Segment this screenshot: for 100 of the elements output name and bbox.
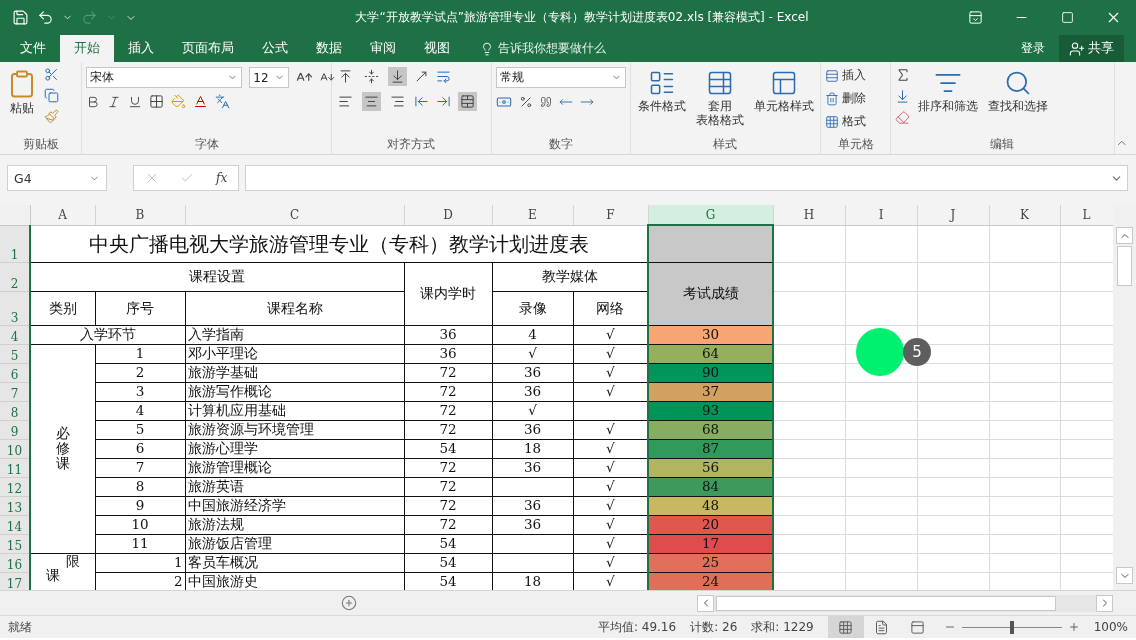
paste-button[interactable]: 粘贴 [4,67,40,118]
sheet-title: 中央广播电视大学旅游管理专业（专科）教学计划进度表 [30,225,648,262]
insert-function-button[interactable]: fx [216,171,228,185]
column-header[interactable]: J [917,205,989,225]
column-header[interactable]: A [30,205,95,225]
format-painter-icon[interactable] [44,109,59,124]
ribbon-tab[interactable]: 插入 [114,35,168,62]
name-box[interactable]: G4 [7,165,107,191]
increase-indent-icon[interactable] [436,94,452,109]
ribbon-tab[interactable]: 文件 [6,35,60,62]
view-button[interactable] [827,616,864,638]
zoom-text[interactable]: 100% [1093,620,1128,634]
add-sheet-icon[interactable] [341,595,357,611]
fill-color-icon[interactable] [171,94,187,109]
header-cell: 录像 [492,291,573,325]
style-button[interactable]: 套用 表格格式 [692,67,747,130]
column-header[interactable]: C [185,205,404,225]
cells-button[interactable]: 插入 [824,67,866,84]
window-title: 大学“开放教学试点”旅游管理专业（专科）教学计划进度表02.xls [兼容模式] - Excel [354,9,810,26]
save-icon[interactable] [12,9,29,26]
count-text: 计数: 26 [690,618,738,636]
font-color-icon[interactable] [193,94,209,109]
border-icon[interactable] [149,94,165,109]
editing-button[interactable]: 查找和选择 [985,67,1052,116]
header-cell: 课内学时 [404,262,492,325]
header-cell: 类别 [30,291,95,325]
maximize-icon[interactable] [1060,11,1074,24]
cells-button[interactable]: 格式 [824,113,866,130]
row-header[interactable]: 2 [0,262,30,291]
group-label: 剪贴板 [22,137,59,152]
scrollbar-thumb[interactable] [716,595,1056,611]
page-icon[interactable] [874,619,890,635]
column-header[interactable]: E [492,205,573,225]
column-header[interactable]: D [404,205,492,225]
percent-icon[interactable] [518,95,533,109]
ribbon-tab[interactable]: 数据 [302,35,356,62]
status-text: 就绪 [8,618,32,636]
click-marker [856,328,904,376]
trash-icon[interactable] [824,91,839,106]
scissors-icon[interactable] [44,67,59,82]
row-header[interactable]: 1 [0,225,30,262]
sum-text: 求和: 1229 [751,618,814,636]
italic-icon[interactable] [107,94,122,109]
currency-icon[interactable] [495,94,512,110]
group-label: 对齐方式 [387,137,436,152]
category-cell: 课 限 [30,553,95,590]
step-badge: 5 [903,338,931,366]
header-cell: 教学媒体 [492,262,648,291]
number-format-field[interactable]: 常规 [495,67,626,88]
scrollbar-thumb[interactable] [1117,246,1132,286]
group-label: 单元格 [837,137,874,152]
header-cell: 课程名称 [185,291,404,325]
row-header[interactable]: 3 [0,291,30,325]
panel-icon[interactable] [910,619,926,635]
formula-input[interactable] [245,165,1128,191]
ribbon-tab[interactable]: 视图 [410,35,464,62]
tell-me-button[interactable]: 告诉我你想要做什么 [474,35,612,62]
editing-button[interactable]: 排序和筛选 [915,67,982,116]
ribbon-tab[interactable]: 公式 [248,35,302,62]
category-cell: 必修课 [30,344,95,553]
header-cell: 序号 [95,291,185,325]
column-header[interactable]: B [95,205,185,225]
eraser-icon[interactable] [895,110,911,125]
cells-button[interactable]: 删除 [824,90,866,107]
rows-icon[interactable] [824,68,839,83]
header-cell: 课程设置 [30,262,404,291]
underline-icon[interactable] [128,94,143,109]
group-label: 编辑 [990,137,1015,152]
column-header[interactable]: L [1060,205,1113,225]
font-name-field[interactable]: 宋体 [86,67,243,88]
lightbulb-icon [480,41,494,56]
style-button[interactable]: 条件格式 [634,67,689,116]
orientation-icon[interactable] [414,69,430,84]
group-label: 样式 [713,137,738,152]
header-cell: 考试成绩 [648,262,773,325]
phonetic-icon[interactable] [215,94,231,109]
column-header[interactable]: I [845,205,917,225]
font-size-field[interactable]: 12 [249,67,290,88]
column-header[interactable]: K [989,205,1060,225]
column-header[interactable]: G [648,205,773,225]
bold-icon[interactable] [86,94,101,109]
column-header[interactable]: F [573,205,648,225]
grid-icon[interactable] [838,619,854,635]
decrease-indent-icon[interactable] [414,94,430,109]
zoom-in-icon[interactable] [1067,621,1080,633]
copy-icon[interactable] [44,88,59,103]
column-header[interactable]: H [773,205,845,225]
ribbon-tab[interactable]: 页面布局 [168,35,248,62]
group-label: 字体 [194,137,219,152]
ribbon-display-icon[interactable] [967,10,983,25]
style-button[interactable]: 单元格样式 [750,67,817,116]
wrap-text-icon[interactable] [436,69,452,84]
zoom-thumb[interactable] [1009,620,1014,634]
ribbon-tab[interactable]: 开始 [60,35,114,62]
share-button[interactable]: 共享 [1059,35,1124,62]
grid-icon[interactable] [824,114,839,129]
average-text: 平均值: 49.16 [597,618,677,636]
sign-in-button[interactable]: 登录 [1015,35,1051,62]
undo-icon[interactable] [37,9,54,26]
ribbon-tab[interactable]: 审阅 [356,35,410,62]
